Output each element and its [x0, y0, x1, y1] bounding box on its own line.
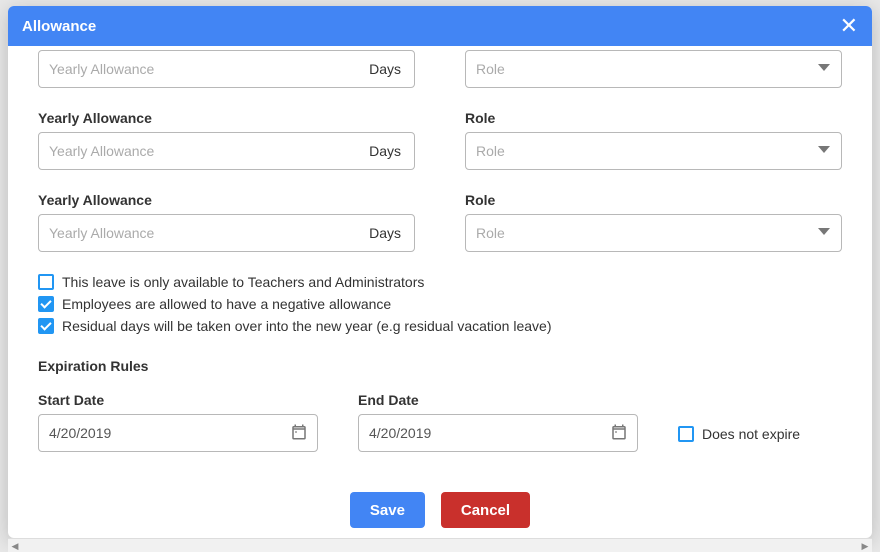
- modal-body-scroll[interactable]: Yearly Allowance Days Role Role: [8, 46, 872, 538]
- end-date-input[interactable]: [358, 414, 638, 452]
- close-icon[interactable]: ✕: [840, 15, 858, 37]
- checkbox-label: Does not expire: [702, 426, 800, 442]
- checkbox-list: This leave is only available to Teachers…: [38, 274, 842, 334]
- horizontal-scrollbar[interactable]: ◀ ▶: [8, 538, 872, 552]
- modal-title: Allowance: [22, 18, 96, 35]
- yearly-allowance-label: Yearly Allowance: [38, 110, 415, 126]
- start-date-input[interactable]: [38, 414, 318, 452]
- checkbox-label: This leave is only available to Teachers…: [62, 274, 424, 290]
- residual-carryover-checkbox[interactable]: [38, 318, 54, 334]
- modal-header: Allowance ✕: [8, 6, 872, 46]
- days-suffix: Days: [369, 214, 401, 252]
- calendar-icon[interactable]: [290, 423, 308, 441]
- role-select[interactable]: Role: [465, 50, 842, 88]
- yearly-allowance-input[interactable]: [38, 214, 415, 252]
- yearly-allowance-input[interactable]: [38, 132, 415, 170]
- expiration-rules-title: Expiration Rules: [38, 358, 842, 374]
- allowance-modal: Allowance ✕ Yearly Allowance Days Role R…: [8, 6, 872, 538]
- allowance-row: Yearly Allowance Days Role Role: [38, 96, 842, 170]
- role-select[interactable]: Role: [465, 132, 842, 170]
- cancel-button[interactable]: Cancel: [441, 492, 530, 528]
- checkbox-label: Residual days will be taken over into th…: [62, 318, 552, 334]
- button-row: Save Cancel: [38, 492, 842, 528]
- start-date-label: Start Date: [38, 392, 318, 408]
- scroll-left-icon[interactable]: ◀: [8, 539, 22, 552]
- does-not-expire-checkbox[interactable]: [678, 426, 694, 442]
- teachers-only-checkbox[interactable]: [38, 274, 54, 290]
- days-suffix: Days: [369, 132, 401, 170]
- yearly-allowance-label: Yearly Allowance: [38, 192, 415, 208]
- allowance-row: Yearly Allowance Days Role Role: [38, 50, 842, 88]
- checkbox-label: Employees are allowed to have a negative…: [62, 296, 391, 312]
- negative-allowance-checkbox[interactable]: [38, 296, 54, 312]
- role-label: Role: [465, 110, 842, 126]
- yearly-allowance-input[interactable]: [38, 50, 415, 88]
- allowance-row: Yearly Allowance Days Role Role: [38, 178, 842, 252]
- role-label: Role: [465, 192, 842, 208]
- save-button[interactable]: Save: [350, 492, 425, 528]
- end-date-label: End Date: [358, 392, 638, 408]
- days-suffix: Days: [369, 50, 401, 88]
- role-select[interactable]: Role: [465, 214, 842, 252]
- scroll-right-icon[interactable]: ▶: [858, 539, 872, 552]
- calendar-icon[interactable]: [610, 423, 628, 441]
